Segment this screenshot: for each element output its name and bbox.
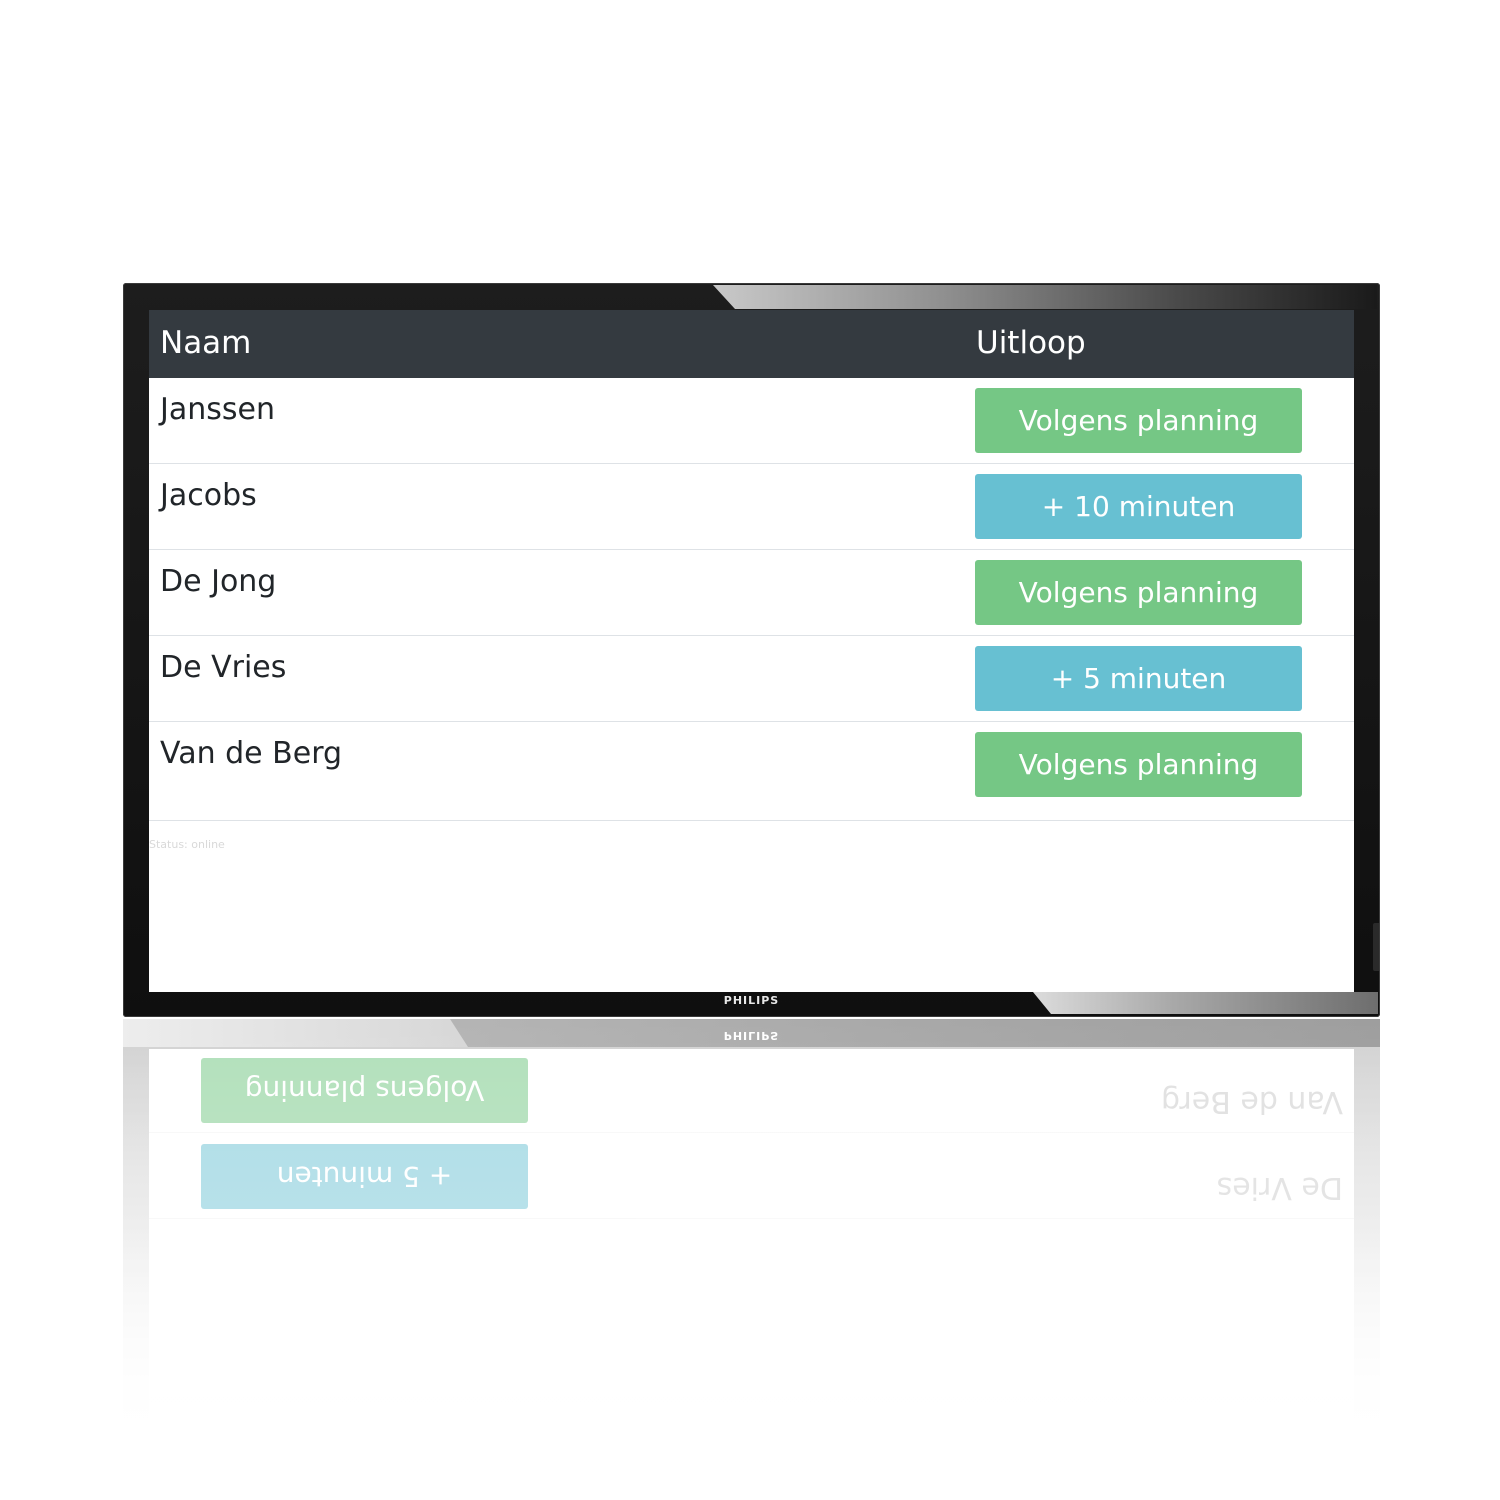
- table-header: Naam Uitloop: [149, 310, 1354, 378]
- brand-logo: PHILIPS: [723, 994, 780, 1007]
- connection-status: Status: online: [149, 838, 225, 851]
- screen: Naam Uitloop Janssen Volgens planning Ja…: [149, 310, 1354, 992]
- column-header-name: Naam: [160, 325, 252, 361]
- delay-status-button[interactable]: Volgens planning: [975, 732, 1302, 797]
- delay-status-button[interactable]: + 5 minuten: [975, 646, 1302, 711]
- delay-status-button[interactable]: Volgens planning: [975, 560, 1302, 625]
- patient-name: De Vries: [160, 650, 287, 685]
- patient-name: Jacobs: [160, 478, 257, 513]
- table-row: De Jong Volgens planning: [149, 550, 1354, 636]
- bezel-highlight: [713, 285, 1377, 309]
- column-header-delay: Uitloop: [976, 325, 1086, 361]
- patient-name: Janssen: [160, 392, 275, 427]
- display-monitor: Naam Uitloop Janssen Volgens planning Ja…: [123, 283, 1380, 1017]
- table-row: Van de Berg Volgens planning: [149, 722, 1354, 821]
- patient-name: Van de Berg: [160, 736, 343, 771]
- delay-status-button[interactable]: Volgens planning: [975, 388, 1302, 453]
- delay-status-button[interactable]: + 10 minuten: [975, 474, 1302, 539]
- table-row: Jacobs + 10 minuten: [149, 464, 1354, 550]
- monitor-reflection: PHILIPS De Vries + 5 minuten Van de Berg…: [123, 1019, 1380, 1449]
- table-row: De Vries + 5 minuten: [149, 636, 1354, 722]
- monitor-side-button: [1373, 923, 1379, 971]
- table-row: Janssen Volgens planning: [149, 378, 1354, 464]
- patient-name: De Jong: [160, 564, 277, 599]
